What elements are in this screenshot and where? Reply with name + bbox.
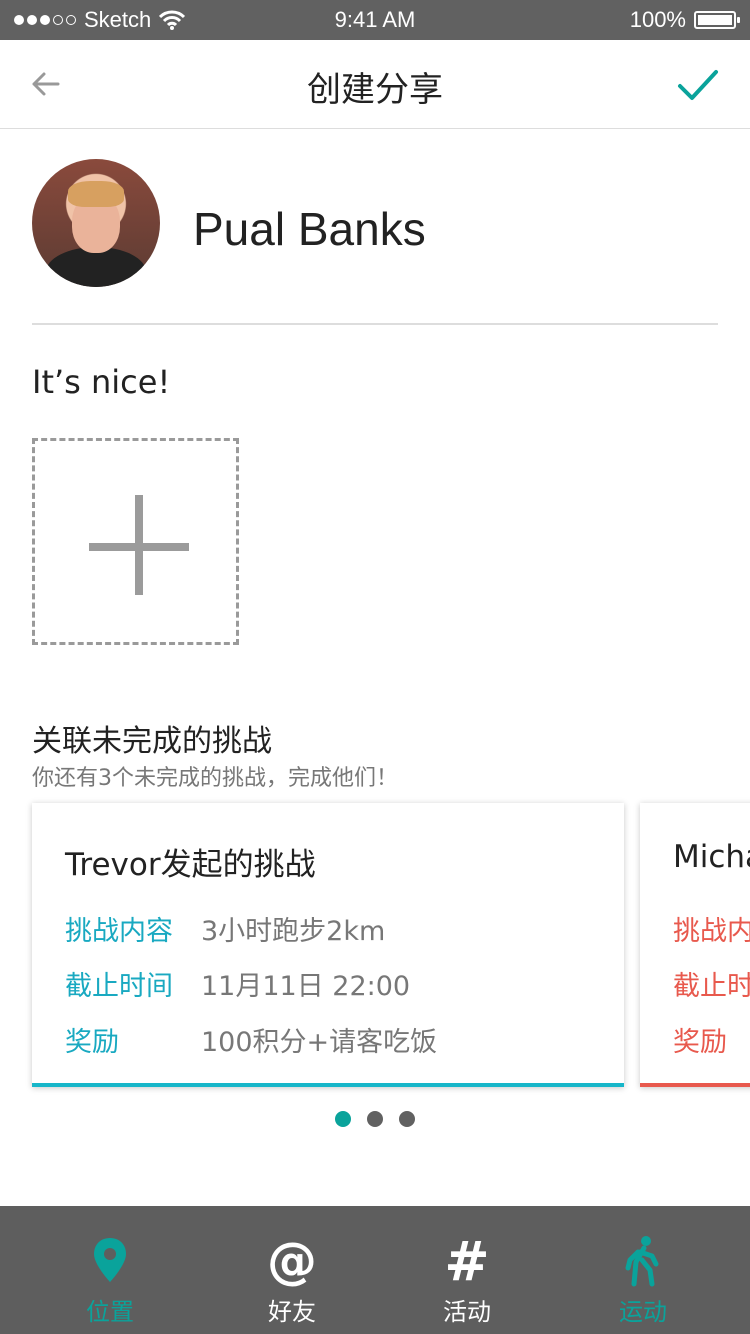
tab-activity[interactable]: # 活动 bbox=[397, 1206, 537, 1334]
tab-location[interactable]: 位置 bbox=[40, 1206, 180, 1334]
at-sign-icon: @ bbox=[267, 1234, 317, 1288]
row-key: 奖励 bbox=[65, 1027, 119, 1058]
page-indicator bbox=[0, 1111, 750, 1127]
svg-text:#: # bbox=[444, 1234, 489, 1288]
row-key: 截止时 bbox=[673, 971, 750, 1002]
page-dot[interactable] bbox=[399, 1111, 415, 1127]
section-title: 关联未完成的挑战 bbox=[32, 724, 272, 759]
walking-person-icon bbox=[625, 1236, 659, 1287]
battery-icon bbox=[694, 11, 740, 29]
status-right: 100% bbox=[629, 7, 740, 33]
row-value: 100积分+请客吃饭 bbox=[201, 1027, 438, 1058]
check-icon bbox=[678, 70, 718, 100]
row-key: 挑战内容 bbox=[65, 916, 173, 947]
page-title: 创建分享 bbox=[307, 70, 443, 110]
card-row-reward: 奖励 bbox=[673, 1020, 750, 1059]
status-bar: Sketch 9:41 AM 100% bbox=[0, 0, 750, 40]
row-key: 奖励 bbox=[673, 1027, 727, 1058]
avatar bbox=[32, 159, 160, 287]
section-subtitle: 你还有3个未完成的挑战，完成他们！ bbox=[32, 766, 398, 791]
add-photo-button[interactable] bbox=[32, 438, 239, 645]
tab-label: 好友 bbox=[268, 1298, 316, 1326]
tab-bar: 位置 @ 好友 # 活动 运动 bbox=[0, 1206, 750, 1334]
row-key: 挑战内 bbox=[673, 916, 750, 947]
tab-label: 活动 bbox=[443, 1298, 491, 1326]
confirm-button[interactable] bbox=[676, 62, 720, 106]
challenge-card[interactable]: Trevor发起的挑战 挑战内容 3小时跑步2km 截止时间 11月11日 22:0… bbox=[32, 803, 624, 1087]
card-row-deadline: 截止时间 11月11日 22:00 bbox=[65, 964, 410, 1003]
card-row-reward: 奖励 100积分+请客吃饭 bbox=[65, 1020, 437, 1059]
row-value: 3小时跑步2km bbox=[201, 916, 386, 947]
battery-percent: 100% bbox=[629, 7, 686, 32]
card-row-content: 挑战内 bbox=[673, 909, 750, 948]
tab-sport[interactable]: 运动 bbox=[573, 1206, 713, 1334]
row-key: 截止时间 bbox=[65, 971, 173, 1002]
page-dot[interactable] bbox=[367, 1111, 383, 1127]
challenge-card[interactable]: Micha 挑战内 截止时 奖励 bbox=[640, 803, 750, 1087]
page-dot[interactable] bbox=[335, 1111, 351, 1127]
tab-label: 位置 bbox=[86, 1298, 134, 1326]
hashtag-icon: # bbox=[444, 1234, 489, 1288]
row-value: 11月11日 22:00 bbox=[201, 971, 411, 1002]
location-pin-icon bbox=[94, 1238, 126, 1282]
post-comment[interactable]: It’s nice! bbox=[32, 363, 170, 401]
card-title: Trevor发起的挑战 bbox=[65, 847, 316, 883]
svg-text:@: @ bbox=[267, 1234, 317, 1288]
card-title: Micha bbox=[673, 839, 750, 875]
tab-label: 运动 bbox=[619, 1298, 667, 1326]
card-row-content: 挑战内容 3小时跑步2km bbox=[65, 909, 385, 948]
divider bbox=[32, 323, 718, 325]
navigation-bar: 创建分享 bbox=[0, 40, 750, 129]
card-row-deadline: 截止时 bbox=[673, 964, 750, 1003]
tab-friends[interactable]: @ 好友 bbox=[222, 1206, 362, 1334]
user-name: Pual Banks bbox=[193, 203, 426, 255]
